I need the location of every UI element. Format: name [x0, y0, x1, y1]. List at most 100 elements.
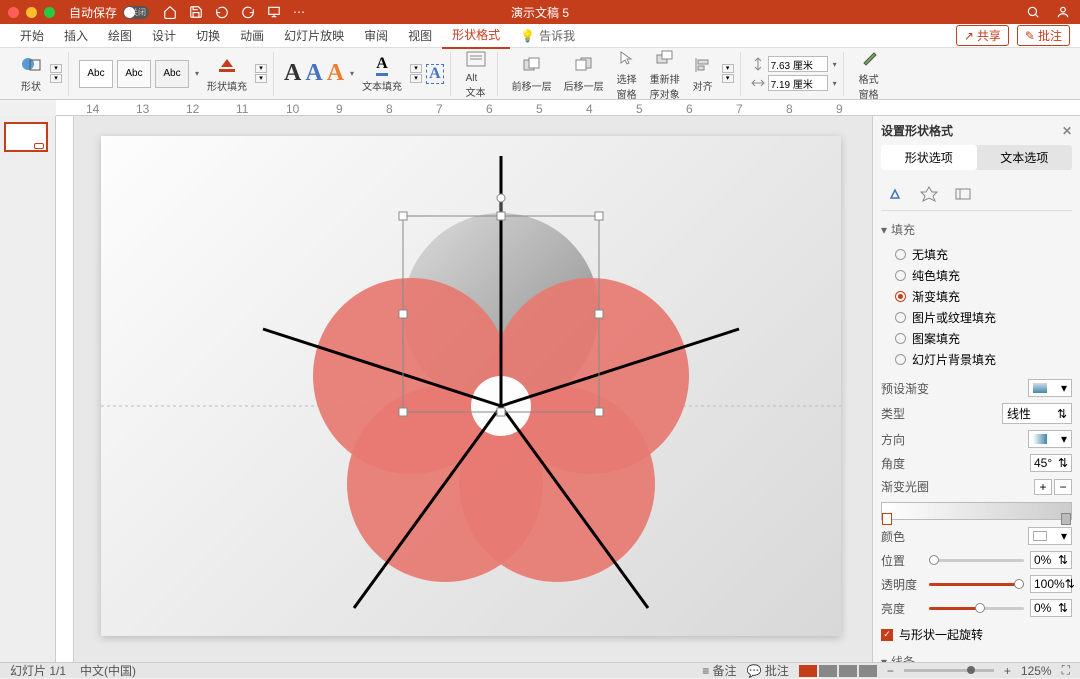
- shape-fill-button[interactable]: 形状填充: [203, 52, 251, 95]
- tell-me[interactable]: 💡 告诉我: [510, 23, 585, 48]
- language[interactable]: 中文(中国): [80, 662, 136, 679]
- redo-icon[interactable]: [241, 5, 255, 19]
- reorder-button[interactable]: 重新排 序对象: [646, 45, 684, 103]
- save-icon[interactable]: [189, 5, 203, 19]
- fill-gradient[interactable]: 渐变填充: [895, 286, 1072, 307]
- zoom-slider[interactable]: [904, 669, 994, 672]
- text-outline-button[interactable]: ▾: [410, 64, 422, 73]
- height-input[interactable]: 7.63 厘米: [768, 56, 828, 72]
- zoom-out-button[interactable]: −: [887, 664, 894, 678]
- gradient-direction-select[interactable]: ▾: [1028, 430, 1072, 448]
- selection-icon: [616, 47, 638, 69]
- slideshow-view-button[interactable]: [859, 665, 877, 677]
- search-icon[interactable]: [1026, 5, 1040, 19]
- zoom-in-button[interactable]: +: [1004, 664, 1011, 678]
- share-button[interactable]: ↗共享: [956, 25, 1009, 46]
- wordart-style-3[interactable]: A: [327, 60, 344, 87]
- tab-animations[interactable]: 动画: [230, 23, 274, 48]
- group-button[interactable]: ▾: [722, 64, 734, 73]
- normal-view-button[interactable]: [799, 665, 817, 677]
- autosave-toggle[interactable]: 自动保存 关闭: [69, 4, 149, 21]
- text-options-tab[interactable]: 文本选项: [977, 145, 1073, 170]
- reading-view-button[interactable]: [839, 665, 857, 677]
- sorter-view-button[interactable]: [819, 665, 837, 677]
- shape-style-1[interactable]: Abc: [79, 60, 113, 88]
- text-effects-button[interactable]: ▾: [410, 74, 422, 83]
- fit-to-window-button[interactable]: ⛶: [1062, 663, 1070, 678]
- tab-insert[interactable]: 插入: [54, 23, 98, 48]
- maximize-icon[interactable]: [44, 7, 55, 18]
- shape-style-2[interactable]: Abc: [117, 60, 151, 88]
- gradient-stop-1[interactable]: [882, 513, 892, 525]
- position-slider[interactable]: [929, 559, 1024, 562]
- bring-forward-button[interactable]: 前移一层: [508, 52, 556, 95]
- transparency-slider[interactable]: [929, 583, 1024, 586]
- fill-none[interactable]: 无填充: [895, 244, 1072, 265]
- shape-effects-button[interactable]: ▾: [255, 74, 267, 83]
- tab-slideshow[interactable]: 幻灯片放映: [274, 23, 354, 48]
- brightness-input[interactable]: 0%⇅: [1030, 599, 1072, 617]
- minimize-icon[interactable]: [26, 7, 37, 18]
- align-button[interactable]: 对齐: [688, 52, 718, 95]
- close-pane-icon[interactable]: ✕: [1062, 124, 1072, 138]
- edit-shape-button[interactable]: ▾: [50, 64, 62, 73]
- undo-icon[interactable]: [215, 5, 229, 19]
- shape-options-tab[interactable]: 形状选项: [881, 145, 977, 170]
- transparency-input[interactable]: 100%⇅: [1030, 575, 1072, 593]
- brightness-slider[interactable]: [929, 607, 1024, 610]
- line-section[interactable]: ▾线条: [881, 649, 1072, 662]
- fill-solid[interactable]: 纯色填充: [895, 265, 1072, 286]
- notes-button[interactable]: ≡ 备注: [702, 662, 736, 679]
- wordart-more[interactable]: ▾: [350, 69, 354, 78]
- comments-toggle[interactable]: 💬 批注: [747, 662, 789, 679]
- text-box-button[interactable]: ▾: [50, 74, 62, 83]
- shape-button[interactable]: 形状: [16, 52, 46, 95]
- comments-button[interactable]: ✎批注: [1017, 25, 1070, 46]
- zoom-level[interactable]: 125%: [1021, 664, 1052, 678]
- text-fill-button[interactable]: A 文本填充: [358, 52, 406, 95]
- present-icon[interactable]: [267, 5, 281, 19]
- angle-input[interactable]: 45°⇅: [1030, 454, 1072, 472]
- close-icon[interactable]: [8, 7, 19, 18]
- shape-style-3[interactable]: Abc: [155, 60, 189, 88]
- tab-draw[interactable]: 绘图: [98, 23, 142, 48]
- fill-slide-bg[interactable]: 幻灯片背景填充: [895, 349, 1072, 370]
- alt-text-button[interactable]: Alt 文本: [461, 47, 491, 101]
- send-backward-button[interactable]: 后移一层: [560, 52, 608, 95]
- remove-stop-button[interactable]: −: [1054, 479, 1072, 495]
- gradient-stops-bar[interactable]: [881, 502, 1072, 520]
- wordart-style-2[interactable]: A: [305, 60, 322, 87]
- preset-gradient-select[interactable]: ▾: [1028, 379, 1072, 397]
- fill-picture[interactable]: 图片或纹理填充: [895, 307, 1072, 328]
- shape-style-more[interactable]: ▾: [195, 69, 199, 78]
- slide-thumbnail-1[interactable]: [4, 122, 48, 152]
- format-pane-button[interactable]: 格式 窗格: [854, 45, 884, 103]
- gradient-stop-2[interactable]: [1061, 513, 1071, 525]
- text-style-button[interactable]: A: [426, 64, 444, 84]
- fill-line-icon[interactable]: [885, 184, 905, 204]
- fill-pattern[interactable]: 图案填充: [895, 328, 1072, 349]
- more-icon[interactable]: ⋯: [293, 5, 305, 19]
- tab-shape-format[interactable]: 形状格式: [442, 22, 510, 49]
- rotate-button[interactable]: ▾: [722, 74, 734, 83]
- slide-canvas[interactable]: [56, 116, 872, 662]
- account-icon[interactable]: [1056, 5, 1070, 19]
- tab-start[interactable]: 开始: [10, 23, 54, 48]
- fill-section[interactable]: ▾填充: [881, 217, 1072, 242]
- tab-transitions[interactable]: 切换: [186, 23, 230, 48]
- stop-color-select[interactable]: ▾: [1028, 527, 1072, 545]
- tab-design[interactable]: 设计: [142, 23, 186, 48]
- selection-pane-button[interactable]: 选择 窗格: [612, 45, 642, 103]
- width-input[interactable]: 7.19 厘米: [768, 75, 828, 91]
- wordart-style-1[interactable]: A: [284, 60, 301, 87]
- tab-view[interactable]: 视图: [398, 23, 442, 48]
- gradient-type-select[interactable]: 线性⇅: [1002, 403, 1072, 424]
- tab-review[interactable]: 审阅: [354, 23, 398, 48]
- effects-icon[interactable]: [919, 184, 939, 204]
- home-icon[interactable]: [163, 5, 177, 19]
- shape-outline-button[interactable]: ▾: [255, 64, 267, 73]
- rotate-with-shape-checkbox[interactable]: 与形状一起旋转: [881, 620, 1072, 649]
- add-stop-button[interactable]: +: [1034, 479, 1052, 495]
- size-properties-icon[interactable]: [953, 184, 973, 204]
- position-input[interactable]: 0%⇅: [1030, 551, 1072, 569]
